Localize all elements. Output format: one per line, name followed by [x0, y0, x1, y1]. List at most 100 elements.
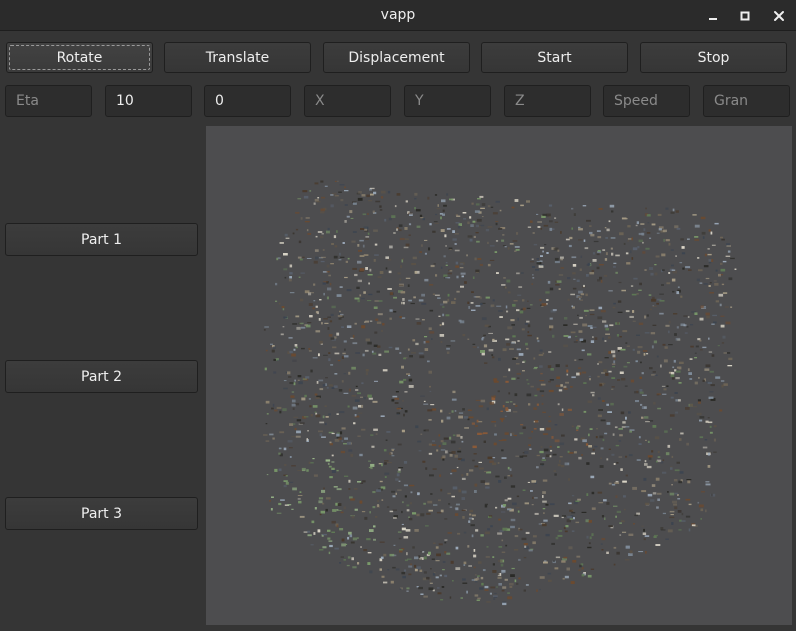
cloud-point	[500, 563, 504, 567]
cloud-point	[661, 385, 666, 387]
cloud-point	[632, 486, 637, 490]
part-3-button[interactable]: Part 3	[5, 497, 198, 530]
param-field-1[interactable]	[105, 85, 192, 117]
close-button[interactable]	[769, 6, 789, 26]
minimize-button[interactable]	[703, 6, 723, 26]
cloud-point	[628, 553, 633, 556]
cloud-point	[608, 525, 613, 527]
part-2-button[interactable]: Part 2	[5, 360, 198, 393]
cloud-point	[645, 439, 647, 441]
cloud-point	[665, 239, 670, 242]
cloud-point	[337, 503, 342, 506]
cloud-point	[578, 330, 583, 333]
gran-field[interactable]	[703, 85, 790, 117]
cloud-point	[370, 187, 375, 190]
cloud-point	[370, 463, 375, 467]
cloud-point	[381, 499, 384, 501]
cloud-point	[590, 327, 593, 329]
cloud-point	[319, 235, 324, 239]
cloud-point	[524, 502, 529, 505]
cloud-point	[308, 398, 311, 400]
cloud-point	[462, 212, 467, 214]
cloud-point	[657, 498, 660, 501]
cloud-point	[538, 354, 544, 356]
cloud-point	[357, 435, 361, 437]
cloud-point	[454, 243, 457, 245]
part-1-button[interactable]: Part 1	[5, 223, 198, 256]
cloud-point	[672, 500, 677, 504]
cloud-point	[335, 180, 337, 182]
cloud-point	[541, 303, 547, 306]
cloud-point	[316, 381, 319, 384]
cloud-point	[557, 249, 560, 252]
cloud-point	[339, 411, 345, 414]
cloud-point	[367, 213, 369, 215]
cloud-point	[273, 371, 277, 374]
cloud-point	[318, 318, 321, 321]
displacement-button[interactable]: Displacement	[323, 42, 470, 73]
cloud-point	[538, 265, 544, 268]
cloud-point	[404, 495, 407, 498]
translate-button[interactable]: Translate	[164, 42, 311, 73]
start-button[interactable]: Start	[481, 42, 628, 73]
cloud-point	[539, 390, 545, 393]
cloud-point	[574, 438, 578, 441]
speed-field[interactable]	[603, 85, 690, 117]
title-bar[interactable]: vapp	[0, 0, 796, 31]
cloud-point	[694, 357, 697, 359]
cloud-point	[471, 291, 474, 293]
cloud-point	[475, 529, 479, 532]
point-cloud-viewport[interactable]	[206, 126, 792, 625]
cloud-point	[343, 506, 346, 510]
rotate-button[interactable]: Rotate	[6, 42, 153, 73]
cloud-point	[532, 535, 537, 538]
cloud-point	[503, 277, 506, 279]
x-field[interactable]	[304, 85, 391, 117]
cloud-point	[550, 368, 554, 371]
cloud-point	[328, 551, 331, 555]
cloud-point	[675, 337, 681, 341]
cloud-point	[522, 426, 526, 429]
cloud-point	[545, 291, 550, 294]
cloud-point	[285, 481, 289, 485]
cloud-point	[434, 294, 440, 296]
cloud-point	[683, 315, 688, 317]
cloud-point	[498, 559, 503, 563]
cloud-point	[608, 370, 612, 373]
z-field[interactable]	[504, 85, 591, 117]
cloud-point	[392, 509, 397, 511]
cloud-point	[682, 267, 685, 270]
cloud-point	[473, 554, 477, 558]
cloud-point	[493, 378, 497, 382]
eta-field[interactable]	[5, 85, 92, 117]
cloud-point	[460, 436, 463, 439]
cloud-point	[283, 268, 288, 271]
cloud-point	[424, 239, 428, 241]
cloud-point	[479, 195, 484, 198]
maximize-button[interactable]	[735, 6, 755, 26]
cloud-point	[456, 434, 461, 437]
cloud-point	[312, 458, 315, 460]
cloud-point	[498, 227, 503, 230]
cloud-point	[328, 334, 333, 337]
cloud-point	[451, 410, 454, 413]
cloud-point	[579, 316, 583, 319]
cloud-point	[533, 243, 538, 246]
cloud-point	[671, 484, 673, 486]
cloud-point	[563, 324, 568, 326]
stop-button[interactable]: Stop	[640, 42, 787, 73]
cloud-point	[418, 450, 422, 452]
cloud-point	[485, 486, 490, 489]
param-field-2[interactable]	[204, 85, 291, 117]
cloud-point	[263, 329, 266, 331]
cloud-point	[416, 566, 421, 569]
cloud-point	[375, 433, 378, 435]
cloud-point	[501, 457, 507, 459]
cloud-point	[419, 569, 423, 572]
cloud-point	[352, 537, 358, 541]
cloud-point	[548, 351, 552, 353]
cloud-point	[516, 272, 520, 275]
cloud-point	[481, 352, 485, 356]
y-field[interactable]	[404, 85, 491, 117]
cloud-point	[339, 286, 343, 288]
